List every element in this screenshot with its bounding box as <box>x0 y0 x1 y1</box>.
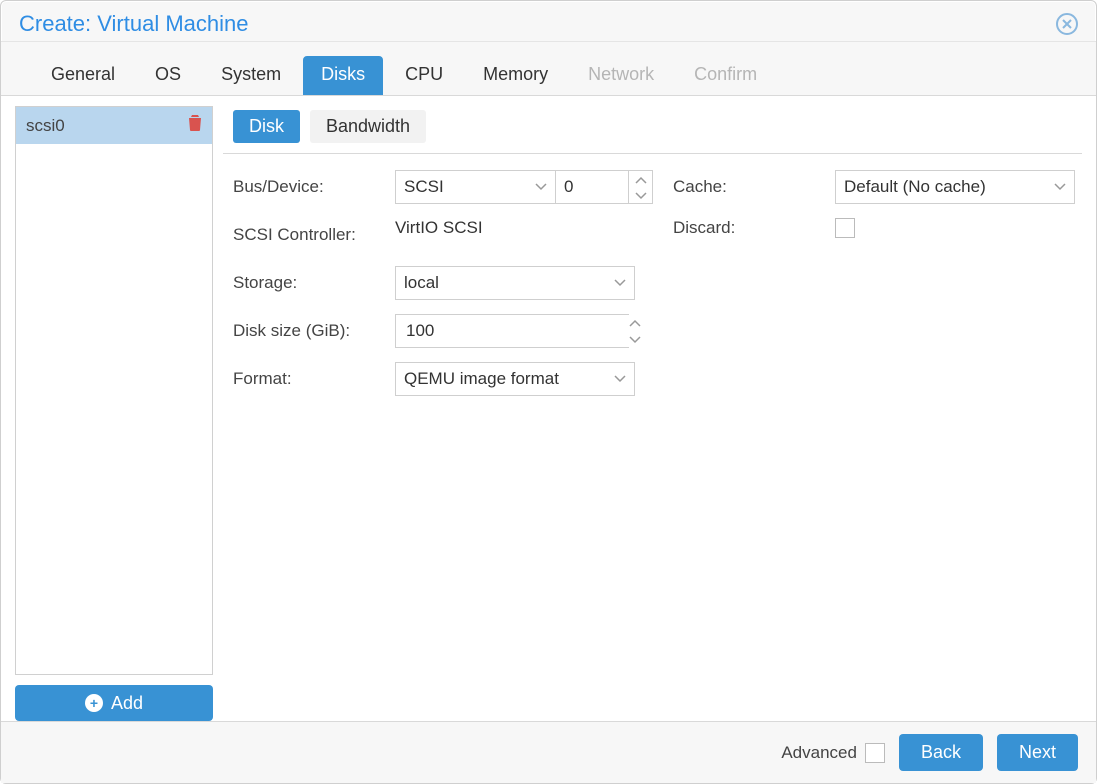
trash-icon <box>188 115 202 131</box>
dialog-body: scsi0 + Add Disk Bandwidth Bus/Devi <box>1 96 1096 721</box>
tab-system[interactable]: System <box>203 56 299 95</box>
plus-icon: + <box>85 694 103 712</box>
device-number-input[interactable] <box>555 170 629 204</box>
bus-select[interactable]: SCSI <box>395 170 555 204</box>
add-disk-label: Add <box>111 693 143 714</box>
dialog-title: Create: Virtual Machine <box>19 11 249 37</box>
next-button[interactable]: Next <box>997 734 1078 771</box>
tab-disks[interactable]: Disks <box>303 56 383 95</box>
wizard-tabs: General OS System Disks CPU Memory Netwo… <box>1 42 1096 96</box>
tab-network: Network <box>570 56 672 95</box>
bus-device-label: Bus/Device: <box>233 177 395 197</box>
disk-list: scsi0 <box>15 106 213 675</box>
chevron-down-icon <box>635 192 647 200</box>
disk-size-label: Disk size (GiB): <box>233 321 395 341</box>
disk-sidebar: scsi0 + Add <box>15 106 213 721</box>
cache-select[interactable]: Default (No cache) <box>835 170 1075 204</box>
cache-label: Cache: <box>673 177 835 197</box>
titlebar: Create: Virtual Machine <box>1 1 1096 42</box>
format-label: Format: <box>233 369 395 389</box>
tab-general[interactable]: General <box>33 56 133 95</box>
chevron-down-icon <box>535 183 547 191</box>
create-vm-dialog: Create: Virtual Machine General OS Syste… <box>0 0 1097 784</box>
delete-disk-button[interactable] <box>188 115 202 136</box>
chevron-down-icon <box>1054 183 1066 191</box>
disk-panel: Disk Bandwidth Bus/Device: SCSI <box>223 106 1082 721</box>
form-left-column: Bus/Device: SCSI <box>233 170 653 396</box>
storage-label: Storage: <box>233 273 395 293</box>
tab-confirm: Confirm <box>676 56 775 95</box>
device-number-up[interactable] <box>629 171 652 187</box>
advanced-checkbox[interactable] <box>865 743 885 763</box>
format-select[interactable]: QEMU image format <box>395 362 635 396</box>
tab-memory[interactable]: Memory <box>465 56 566 95</box>
form-right-column: Cache: Default (No cache) Discard: <box>673 170 1082 396</box>
tab-cpu[interactable]: CPU <box>387 56 461 95</box>
disk-subtabs: Disk Bandwidth <box>223 106 1082 154</box>
close-icon <box>1061 18 1073 30</box>
chevron-down-icon <box>629 336 641 344</box>
disk-size-up[interactable] <box>629 314 641 331</box>
chevron-up-icon <box>635 176 647 184</box>
scsi-controller-label: SCSI Controller: <box>233 225 395 245</box>
bus-select-value: SCSI <box>404 177 444 197</box>
back-button[interactable]: Back <box>899 734 983 771</box>
chevron-down-icon <box>614 375 626 383</box>
storage-select[interactable]: local <box>395 266 635 300</box>
tab-os[interactable]: OS <box>137 56 199 95</box>
disk-list-item-label: scsi0 <box>26 116 65 136</box>
disk-size-field <box>395 314 635 348</box>
discard-label: Discard: <box>673 218 835 238</box>
device-number-down[interactable] <box>629 187 652 203</box>
cache-select-value: Default (No cache) <box>844 177 986 197</box>
chevron-down-icon <box>614 279 626 287</box>
format-select-value: QEMU image format <box>404 369 559 389</box>
storage-select-value: local <box>404 273 439 293</box>
subtab-disk[interactable]: Disk <box>233 110 300 143</box>
disk-form: Bus/Device: SCSI <box>223 154 1082 396</box>
scsi-controller-value: VirtIO SCSI <box>395 218 491 252</box>
chevron-up-icon <box>629 319 641 327</box>
dialog-footer: Advanced Back Next <box>1 721 1096 783</box>
add-disk-button[interactable]: + Add <box>15 685 213 721</box>
disk-size-down[interactable] <box>629 331 641 348</box>
advanced-label: Advanced <box>781 743 857 763</box>
discard-checkbox[interactable] <box>835 218 855 238</box>
disk-size-input[interactable] <box>404 315 629 347</box>
disk-list-item[interactable]: scsi0 <box>16 107 212 144</box>
close-button[interactable] <box>1056 13 1078 35</box>
subtab-bandwidth[interactable]: Bandwidth <box>310 110 426 143</box>
